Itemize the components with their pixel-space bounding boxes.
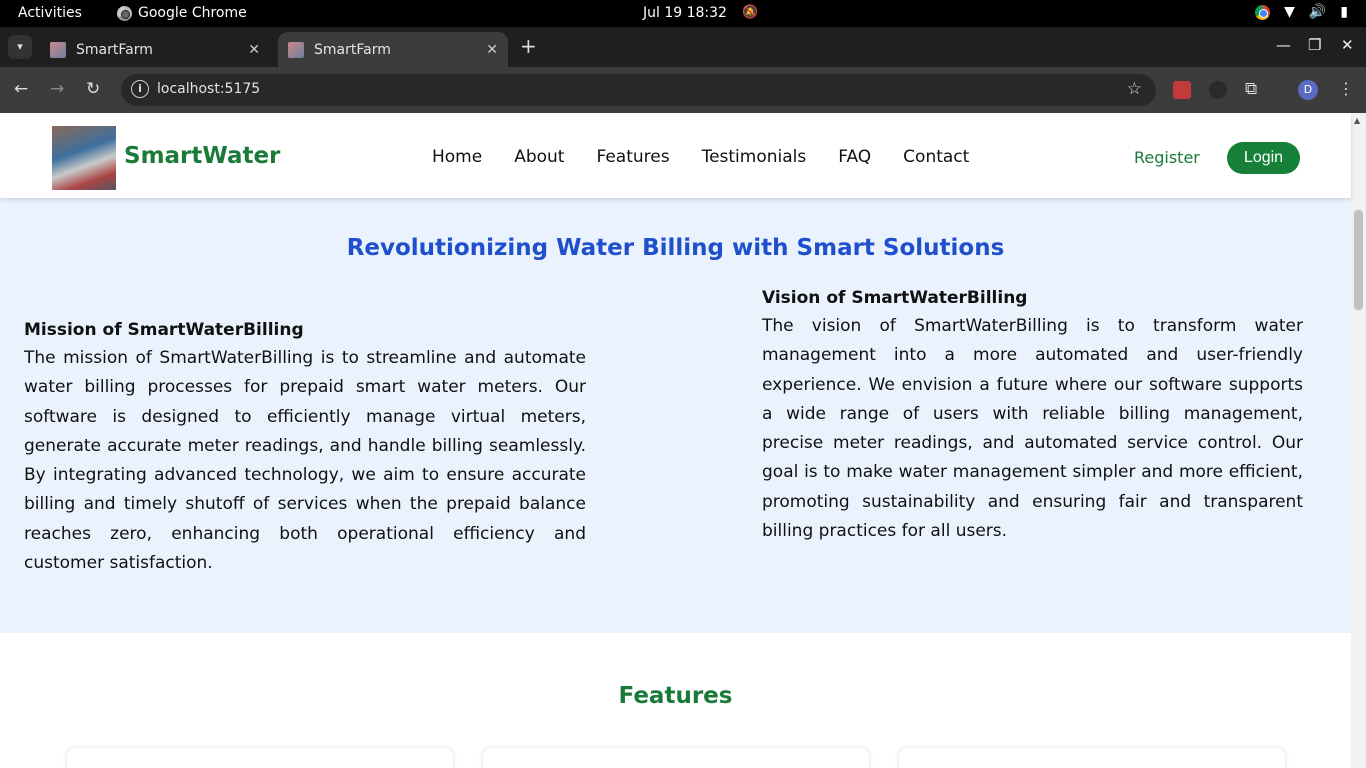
tab-search-button[interactable]: ▾: [8, 35, 32, 59]
feature-card: [483, 748, 869, 768]
mission-heading: Mission of SmartWaterBilling: [24, 320, 304, 340]
chrome-icon: [117, 5, 132, 21]
tab-smartfarm-1[interactable]: SmartFarm ✕: [40, 32, 270, 67]
notifications-muted-icon: 🔕: [742, 5, 759, 20]
url-text[interactable]: localhost:5175: [157, 81, 260, 97]
vision-heading: Vision of SmartWaterBilling: [762, 288, 1028, 308]
nav-contact[interactable]: Contact: [903, 147, 969, 167]
feature-card: [67, 748, 453, 768]
close-window-icon[interactable]: ✕: [1341, 36, 1354, 54]
tab-favicon-icon: [288, 41, 304, 58]
activities-button[interactable]: Activities: [18, 5, 82, 21]
forward-icon[interactable]: →: [50, 79, 64, 99]
minimize-icon[interactable]: —: [1276, 36, 1291, 54]
tab-close-icon[interactable]: ✕: [248, 42, 260, 58]
page-viewport: SmartWater Home About Features Testimoni…: [0, 113, 1366, 768]
site-header: SmartWater Home About Features Testimoni…: [0, 113, 1351, 198]
logo-image[interactable]: [52, 126, 116, 190]
nav-home[interactable]: Home: [432, 147, 482, 167]
os-top-bar: Activities Google Chrome Jul 19 18:32 🔕 …: [0, 0, 1366, 27]
extension-dark-icon[interactable]: [1209, 81, 1227, 99]
extension-red-icon[interactable]: [1173, 81, 1191, 99]
address-bar[interactable]: i localhost:5175 ☆: [121, 74, 1156, 106]
register-link[interactable]: Register: [1134, 148, 1200, 167]
vision-text: The vision of SmartWaterBilling is to tr…: [762, 316, 1303, 542]
clock[interactable]: Jul 19 18:32: [643, 5, 727, 21]
mission-text: The mission of SmartWaterBilling is to s…: [24, 348, 586, 574]
bookmark-star-icon[interactable]: ☆: [1127, 79, 1142, 99]
mission-block: Mission of SmartWaterBilling The mission…: [24, 316, 586, 578]
nav-about[interactable]: About: [514, 147, 564, 167]
app-menu[interactable]: Google Chrome: [117, 5, 247, 21]
main-nav: Home About Features Testimonials FAQ Con…: [432, 147, 969, 167]
back-icon[interactable]: ←: [14, 79, 28, 99]
system-tray[interactable]: ▼ 🔊 ▮: [1255, 4, 1348, 20]
new-tab-button[interactable]: +: [520, 34, 537, 58]
feature-card: [899, 748, 1285, 768]
login-button[interactable]: Login: [1227, 142, 1300, 174]
battery-icon: ▮: [1340, 4, 1348, 20]
browser-toolbar: ← → ↻ i localhost:5175 ☆ ⧉ D ⋮: [0, 67, 1366, 113]
tab-close-icon[interactable]: ✕: [486, 42, 498, 58]
reload-icon[interactable]: ↻: [86, 79, 100, 99]
tab-favicon-icon: [50, 41, 66, 58]
vision-block: Vision of SmartWaterBilling The vision o…: [762, 284, 1303, 546]
site-info-icon[interactable]: i: [131, 80, 149, 98]
page-scrollbar[interactable]: ▲: [1351, 113, 1366, 768]
maximize-icon[interactable]: ❐: [1308, 36, 1321, 54]
extensions-puzzle-icon[interactable]: ⧉: [1245, 79, 1257, 99]
volume-icon: 🔊: [1308, 4, 1327, 20]
app-name: Google Chrome: [138, 5, 247, 21]
nav-testimonials[interactable]: Testimonials: [702, 147, 807, 167]
chrome-menu-icon[interactable]: ⋮: [1338, 79, 1354, 98]
wifi-icon: ▼: [1284, 4, 1295, 20]
nav-faq[interactable]: FAQ: [838, 147, 871, 167]
scrollbar-thumb[interactable]: [1354, 210, 1363, 310]
about-section: Revolutionizing Water Billing with Smart…: [0, 198, 1351, 633]
tab-title: SmartFarm: [76, 41, 153, 58]
tab-smartfarm-2[interactable]: SmartFarm ✕: [278, 32, 508, 67]
about-title: Revolutionizing Water Billing with Smart…: [346, 235, 1005, 261]
scroll-up-icon[interactable]: ▲: [1354, 116, 1360, 125]
tab-strip: ▾ SmartFarm ✕ SmartFarm ✕: [0, 27, 1366, 67]
features-title: Features: [618, 683, 733, 709]
brand-name[interactable]: SmartWater: [124, 143, 280, 169]
profile-avatar[interactable]: D: [1298, 80, 1318, 100]
chrome-tray-icon: [1255, 4, 1271, 20]
tab-title: SmartFarm: [314, 41, 391, 58]
nav-features[interactable]: Features: [596, 147, 669, 167]
